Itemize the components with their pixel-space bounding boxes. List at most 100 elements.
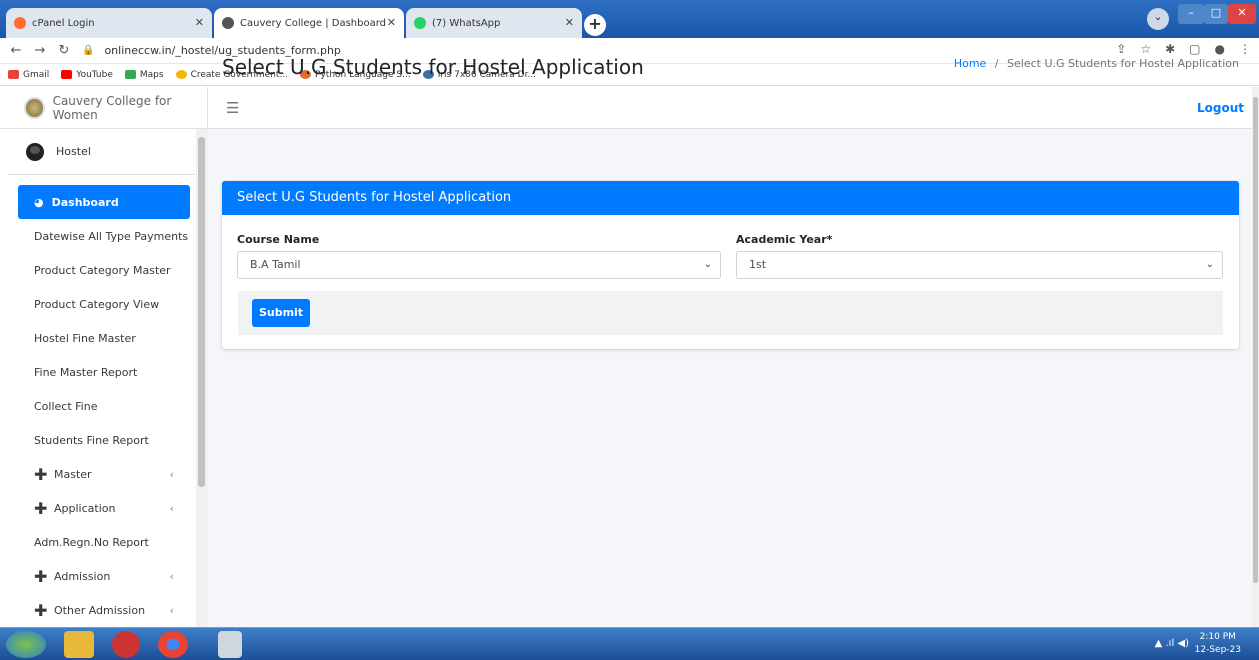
start-button-icon[interactable] [6,631,46,658]
breadcrumb-current: Select U.G Students for Hostel Applicati… [1007,57,1239,70]
page-title: Select U.G Students for Hostel Applicati… [222,55,644,79]
close-tab-icon[interactable]: ✕ [387,16,396,29]
academic-year-label: Academic Year* [736,233,833,246]
tab-cpanel[interactable]: cPanel Login ✕ [6,8,212,38]
system-tray-icons[interactable]: ▲ .ıl ◀) [1155,638,1189,649]
minimize-button[interactable]: – [1178,4,1204,24]
form-card: Select U.G Students for Hostel Applicati… [222,181,1239,349]
youtube-icon [61,70,73,79]
cpanel-icon [14,17,26,29]
card-footer: Submit [238,291,1223,335]
back-icon[interactable]: ← [8,43,24,58]
sidebar-item-product-category-master[interactable]: Product Category Master [34,253,190,287]
more-icon[interactable]: ⋮ [1239,42,1251,56]
site-icon [175,70,187,79]
sidebar-item-label: Admission [54,569,111,583]
sidebar-item-adm-regn-report[interactable]: Adm.Regn.No Report [34,525,190,559]
close-tab-icon[interactable]: ✕ [565,16,574,29]
sidebar-item-application[interactable]: ✚ Application ‹ [34,491,190,525]
logout-link[interactable]: Logout [1197,101,1244,115]
file-explorer-icon[interactable] [64,631,94,658]
sidebar-item-label: Students Fine Report [34,433,149,447]
sidebar-item-label: Dashboard [51,195,119,209]
reload-icon[interactable]: ↻ [56,43,72,58]
screen: cPanel Login ✕ Cauvery College | Dashboa… [0,0,1259,660]
tab-dashboard[interactable]: Cauvery College | Dashboard ✕ [214,8,404,38]
chevron-left-icon: ‹ [169,501,174,515]
sidebar-item-label: Product Category View [34,297,160,311]
sidebar-item-label: Hostel Fine Master [34,331,136,345]
sidebar-item-datewise-payments[interactable]: Datewise All Type Payments [34,219,190,253]
web-page: Cauvery College for Women Hostel ◕ Dashb… [0,87,1252,627]
star-icon[interactable]: ☆ [1140,42,1151,56]
sidebar-item-label: Fine Master Report [34,365,138,379]
user-name: Hostel [56,145,91,158]
tab-search-button[interactable]: ⌄ [1147,8,1169,30]
sidebar-item-hostel-fine-master[interactable]: Hostel Fine Master [34,321,190,355]
submit-button[interactable]: Submit [252,299,310,327]
lock-icon: 🔒 [82,45,95,56]
sidebar-scrollbar-thumb[interactable] [198,137,205,487]
bookmark-maps[interactable]: Maps [124,69,164,80]
academic-year-value: 1st [749,258,767,271]
brand-name: Cauvery College for Women [52,93,172,122]
bookmark-youtube[interactable]: YouTube [61,70,113,80]
sidebar-item-label: Master [54,467,92,481]
whatsapp-icon [414,17,426,29]
top-navbar: ☰ Logout [208,87,1252,129]
chevron-left-icon: ‹ [169,569,174,583]
share-icon[interactable]: ⇪ [1116,42,1126,56]
sidebar-item-label: Collect Fine [34,399,98,413]
hamburger-icon[interactable]: ☰ [226,99,239,117]
sidebar-item-master[interactable]: ✚ Master ‹ [34,457,190,491]
maximize-button[interactable]: □ [1204,4,1228,24]
tab-whatsapp[interactable]: (7) WhatsApp ✕ [406,8,582,38]
maps-icon [124,70,136,79]
browser-tab-strip: cPanel Login ✕ Cauvery College | Dashboa… [0,0,1259,38]
globe-icon [222,17,234,29]
close-tab-icon[interactable]: ✕ [195,16,204,29]
bookmark-label: YouTube [76,69,113,80]
academic-year-select[interactable]: 1st ⌄ [736,251,1223,279]
course-name-select[interactable]: B.A Tamil ⌄ [237,251,721,279]
breadcrumb-separator: / [994,57,999,70]
user-panel[interactable]: Hostel [8,129,195,175]
sidebar: Cauvery College for Women Hostel ◕ Dashb… [0,87,208,627]
chrome-icon[interactable] [158,631,188,658]
media-player-icon[interactable] [112,631,140,658]
close-window-button[interactable]: ✕ [1228,4,1256,24]
sidebar-item-dashboard[interactable]: ◕ Dashboard [18,185,190,219]
sidebar-item-students-fine-report[interactable]: Students Fine Report [34,423,190,457]
bookmark-gmail[interactable]: Gmail [8,70,49,80]
dashboard-icon: ◕ [34,195,44,209]
plus-icon: ✚ [34,600,48,620]
plus-icon: ✚ [34,498,48,518]
course-name-value: B.A Tamil [250,258,301,271]
page-scrollbar-thumb[interactable] [1253,97,1258,583]
brand[interactable]: Cauvery College for Women [0,87,207,129]
clock-date: 12-Sep-23 [1194,645,1241,655]
breadcrumb-home-link[interactable]: Home [954,57,986,70]
forward-icon[interactable]: → [32,43,48,58]
sidebar-item-admission[interactable]: ✚ Admission ‹ [34,559,190,593]
profile-icon[interactable]: ● [1215,42,1225,56]
sidepanel-icon[interactable]: ▢ [1189,42,1200,56]
sidebar-item-label: Datewise All Type Payments [34,229,189,243]
sidebar-item-product-category-view[interactable]: Product Category View [34,287,190,321]
clock-time: 2:10 PM [1199,632,1236,642]
plus-icon: ✚ [34,464,48,484]
sidebar-item-other-admission[interactable]: ✚ Other Admission ‹ [34,593,190,627]
tab-title: cPanel Login [32,17,95,29]
chevron-down-icon: ⌄ [1205,259,1214,270]
college-logo-icon [24,96,45,119]
chevron-left-icon: ‹ [169,467,174,481]
new-tab-button[interactable]: + [584,14,606,36]
calculator-icon[interactable] [218,631,242,658]
sidebar-item-collect-fine[interactable]: Collect Fine [34,389,190,423]
clock[interactable]: 2:10 PM 12-Sep-23 [1195,631,1241,657]
course-name-label: Course Name [237,233,320,246]
bookmark-label: Maps [139,69,164,80]
breadcrumb: Home / Select U.G Students for Hostel Ap… [954,57,1239,70]
sidebar-item-fine-master-report[interactable]: Fine Master Report [34,355,190,389]
extensions-icon[interactable]: ✱ [1165,42,1175,56]
